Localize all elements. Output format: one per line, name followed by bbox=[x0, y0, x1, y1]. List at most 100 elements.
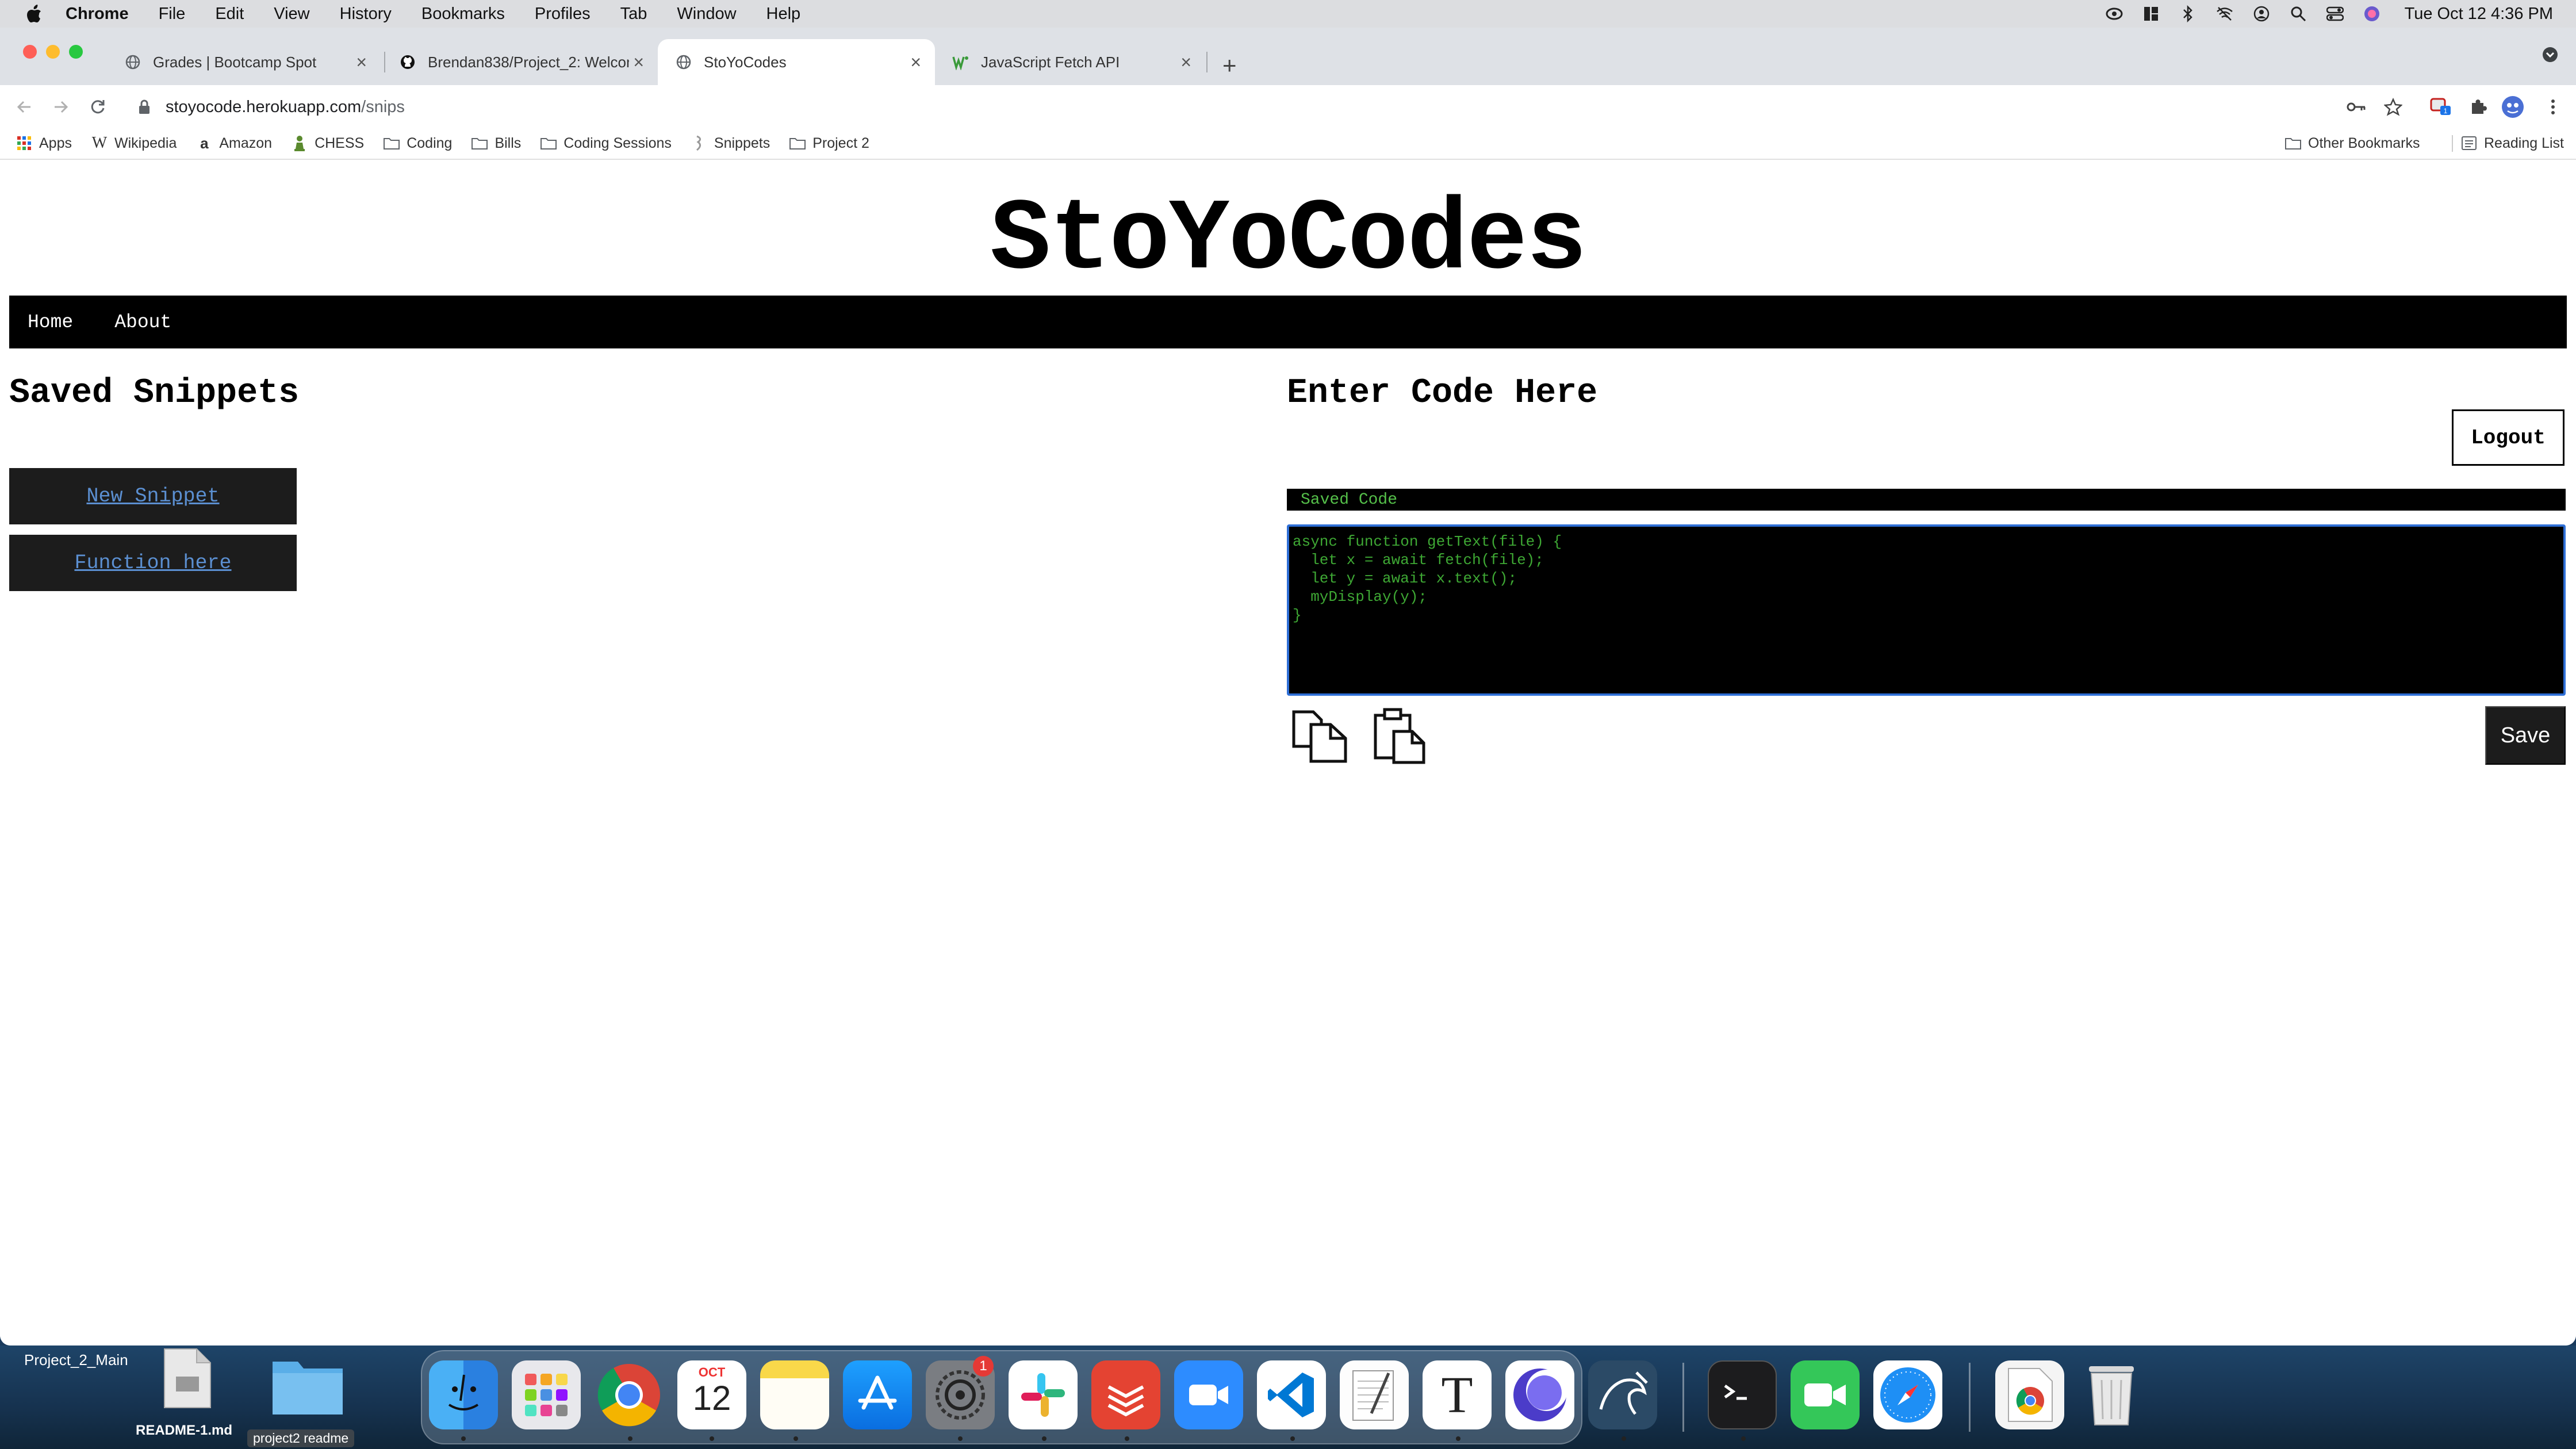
bookmark-label: Wikipedia bbox=[114, 135, 177, 151]
folder-icon[interactable] bbox=[271, 1356, 344, 1416]
minimize-window-button[interactable] bbox=[46, 45, 60, 59]
menu-help[interactable]: Help bbox=[766, 5, 801, 24]
tab-fetch-api[interactable]: JavaScript Fetch API × bbox=[935, 39, 1205, 85]
terminal-icon[interactable] bbox=[1708, 1360, 1777, 1429]
chrome-document-icon[interactable] bbox=[1995, 1360, 2064, 1429]
menu-profiles[interactable]: Profiles bbox=[535, 5, 591, 24]
code-editor[interactable]: async function getText(file) { let x = a… bbox=[1287, 524, 2566, 696]
desktop-file-label[interactable]: README-1.md bbox=[136, 1423, 232, 1439]
control-center-icon[interactable] bbox=[2326, 5, 2344, 22]
nav-home-link[interactable]: Home bbox=[28, 312, 73, 333]
textedit-icon[interactable] bbox=[1340, 1360, 1409, 1429]
wikipedia-icon: W bbox=[91, 134, 108, 152]
tab-stoyocodes[interactable]: StoYoCodes × bbox=[658, 39, 935, 85]
menu-tab[interactable]: Tab bbox=[620, 5, 647, 24]
tab-grades[interactable]: Grades | Bootcamp Spot × bbox=[107, 39, 381, 85]
bookmark-other[interactable]: Other Bookmarks bbox=[2285, 135, 2420, 152]
app-store-icon[interactable] bbox=[843, 1360, 912, 1429]
zoom-icon[interactable] bbox=[1174, 1360, 1243, 1429]
vscode-icon[interactable] bbox=[1257, 1360, 1326, 1429]
reading-list[interactable]: Reading List bbox=[2452, 135, 2564, 152]
menubar-clock[interactable]: Tue Oct 12 4:36 PM bbox=[2405, 5, 2553, 24]
menu-edit[interactable]: Edit bbox=[215, 5, 244, 24]
wifi-off-icon[interactable] bbox=[2216, 5, 2233, 22]
extensions-puzzle-icon[interactable] bbox=[2467, 95, 2490, 118]
apple-menu-icon[interactable] bbox=[25, 4, 43, 24]
eclipse-app-icon[interactable] bbox=[1505, 1360, 1574, 1429]
calendar-icon[interactable]: OCT 12 bbox=[677, 1360, 746, 1429]
running-indicator bbox=[958, 1436, 963, 1441]
reload-icon[interactable] bbox=[87, 97, 108, 117]
bookmark-label: Project 2 bbox=[812, 135, 869, 151]
siri-icon[interactable] bbox=[2363, 5, 2380, 22]
chrome-icon[interactable] bbox=[595, 1360, 664, 1429]
todoist-icon[interactable] bbox=[1091, 1360, 1160, 1429]
trash-icon[interactable] bbox=[2077, 1360, 2146, 1429]
close-tab-icon[interactable]: × bbox=[356, 52, 367, 73]
close-window-button[interactable] bbox=[23, 45, 37, 59]
running-indicator bbox=[1741, 1436, 1746, 1441]
profile-avatar[interactable] bbox=[2501, 95, 2524, 118]
extension-badge-icon[interactable]: 1 bbox=[2430, 95, 2453, 118]
markdown-file-icon[interactable] bbox=[162, 1347, 213, 1410]
bookmark-chess[interactable]: CHESS bbox=[292, 135, 364, 152]
back-arrow-icon[interactable] bbox=[14, 97, 34, 117]
tab-title: Brendan838/Project_2: Welcom bbox=[428, 53, 629, 71]
desktop-folder2-label[interactable]: project2 readme bbox=[247, 1429, 355, 1447]
chrome-menu-icon[interactable] bbox=[2542, 95, 2564, 118]
address-bar[interactable]: stoyocode.herokuapp.com/snips bbox=[126, 91, 2329, 123]
spotlight-search-icon[interactable] bbox=[2290, 5, 2307, 22]
bookmark-wikipedia[interactable]: W Wikipedia bbox=[91, 134, 177, 152]
menu-app-name[interactable]: Chrome bbox=[66, 5, 129, 24]
new-snippet-button[interactable]: New Snippet bbox=[9, 468, 297, 524]
bookmark-label: Bills bbox=[494, 135, 522, 151]
layout-app-icon[interactable] bbox=[2142, 5, 2160, 22]
maximize-window-button[interactable] bbox=[69, 45, 83, 59]
paste-icon[interactable] bbox=[1372, 707, 1427, 765]
logout-button[interactable]: Logout bbox=[2452, 409, 2564, 466]
close-tab-icon[interactable]: × bbox=[633, 52, 644, 73]
menu-bookmarks[interactable]: Bookmarks bbox=[421, 5, 505, 24]
slack-icon[interactable] bbox=[1009, 1360, 1078, 1429]
bookmark-apps[interactable]: Apps bbox=[16, 135, 72, 152]
finder-icon[interactable] bbox=[429, 1360, 498, 1429]
saved-snippets-heading: Saved Snippets bbox=[9, 374, 300, 413]
close-tab-icon[interactable]: × bbox=[1180, 52, 1191, 73]
menu-file[interactable]: File bbox=[159, 5, 186, 24]
safari-icon[interactable] bbox=[1873, 1360, 1942, 1429]
browser-window: Grades | Bootcamp Spot × Brendan838/Proj… bbox=[0, 28, 2576, 1346]
forward-arrow-icon[interactable] bbox=[51, 97, 71, 117]
tab-github[interactable]: Brendan838/Project_2: Welcom × bbox=[382, 39, 658, 85]
creative-cloud-icon[interactable] bbox=[2106, 5, 2123, 22]
close-tab-icon[interactable]: × bbox=[910, 52, 921, 73]
user-account-icon[interactable] bbox=[2253, 5, 2270, 22]
menu-window[interactable]: Window bbox=[677, 5, 736, 24]
bookmark-amazon[interactable]: a Amazon bbox=[196, 135, 272, 152]
bookmark-coding[interactable]: Coding bbox=[384, 135, 452, 152]
copy-icon[interactable] bbox=[1290, 708, 1349, 764]
running-indicator bbox=[710, 1436, 714, 1441]
bluetooth-icon[interactable] bbox=[2179, 5, 2196, 22]
mysql-workbench-icon[interactable] bbox=[1588, 1360, 1657, 1429]
menu-view[interactable]: View bbox=[274, 5, 309, 24]
typora-icon[interactable]: T bbox=[1423, 1360, 1492, 1429]
running-indicator bbox=[1042, 1436, 1046, 1441]
bookmark-project-2[interactable]: Project 2 bbox=[789, 135, 869, 152]
notes-icon[interactable] bbox=[760, 1360, 829, 1429]
facetime-icon[interactable] bbox=[1791, 1360, 1860, 1429]
snippet-button[interactable]: Function here bbox=[9, 535, 297, 591]
launchpad-icon[interactable] bbox=[512, 1360, 581, 1429]
nav-about-link[interactable]: About bbox=[114, 312, 171, 333]
bookmark-coding-sessions[interactable]: Coding Sessions bbox=[540, 135, 672, 152]
bookmark-star-icon[interactable] bbox=[2382, 95, 2405, 118]
dock-separator bbox=[1969, 1363, 1971, 1432]
bookmark-snippets[interactable]: Snippets bbox=[691, 135, 770, 152]
password-key-icon[interactable] bbox=[2345, 95, 2368, 118]
lock-icon[interactable] bbox=[138, 99, 151, 114]
bookmark-label: Amazon bbox=[219, 135, 273, 151]
save-button[interactable]: Save bbox=[2485, 706, 2566, 765]
menu-history[interactable]: History bbox=[340, 5, 392, 24]
tab-search-icon[interactable] bbox=[2542, 46, 2559, 63]
bookmark-bills[interactable]: Bills bbox=[471, 135, 521, 152]
desktop-folder-label[interactable]: Project_2_Main bbox=[24, 1351, 128, 1369]
